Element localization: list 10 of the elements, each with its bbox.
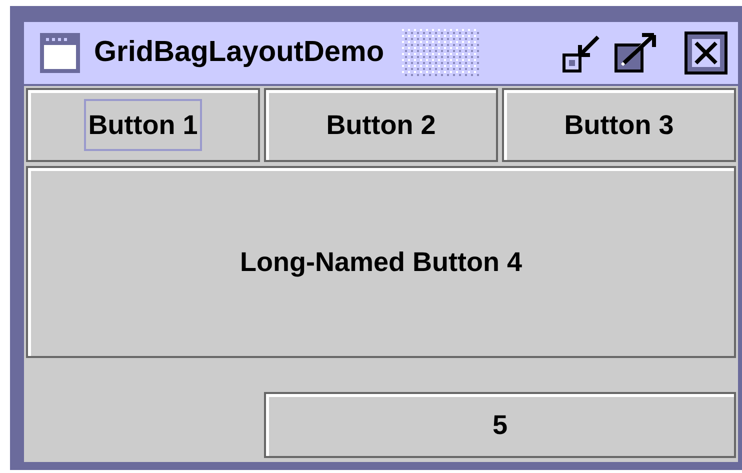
window-icon <box>38 31 82 75</box>
minimize-icon[interactable] <box>562 33 602 73</box>
window-title: GridBagLayoutDemo <box>94 35 384 70</box>
push-button[interactable]: 5 <box>264 392 736 458</box>
push-button[interactable]: Button 2 <box>264 88 498 162</box>
push-button[interactable]: Button 1 <box>26 88 260 162</box>
push-button[interactable]: Long-Named Button 4 <box>26 166 736 358</box>
maximize-icon[interactable] <box>614 31 658 75</box>
close-icon[interactable] <box>684 31 728 75</box>
push-button[interactable]: Button 3 <box>502 88 736 162</box>
